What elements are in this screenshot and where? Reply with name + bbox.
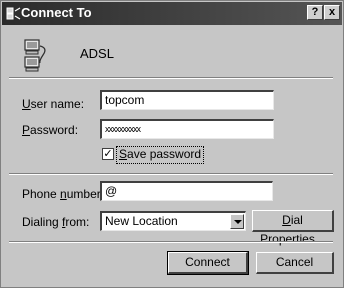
window-title: Connect To (21, 5, 92, 20)
connect-button[interactable]: Connect (167, 251, 249, 275)
password-label: Password: (22, 123, 79, 137)
phone-number-field[interactable]: @ (100, 181, 273, 201)
cancel-button[interactable]: Cancel (256, 252, 334, 274)
separator (9, 241, 333, 243)
connect-to-dialog: Connect To ? x ADSL User name: topcom Pa… (0, 0, 344, 288)
separator (9, 173, 333, 175)
dialing-from-label: Dialing from: (22, 215, 90, 229)
dialing-from-value: New Location (105, 214, 178, 228)
separator (9, 77, 333, 79)
username-field[interactable]: topcom (100, 90, 274, 110)
close-button[interactable]: x (324, 5, 340, 20)
username-label: User name: (22, 97, 85, 111)
phone-number-label: Phone number: (22, 187, 105, 201)
connection-name: ADSL (80, 46, 114, 61)
chevron-down-icon[interactable] (230, 214, 244, 229)
dialup-connection-icon (24, 39, 46, 72)
save-password-label[interactable]: Save password (116, 146, 205, 164)
dialup-icon (6, 7, 21, 20)
title-bar[interactable]: Connect To ? x (2, 2, 342, 25)
save-password-checkbox[interactable]: ✓ (102, 148, 114, 160)
dialing-from-select[interactable]: New Location (100, 211, 246, 231)
password-field[interactable]: xxxxxxxxxx (100, 119, 274, 139)
help-button[interactable]: ? (307, 5, 323, 20)
dial-properties-button[interactable]: Dial Properties... (252, 210, 334, 246)
